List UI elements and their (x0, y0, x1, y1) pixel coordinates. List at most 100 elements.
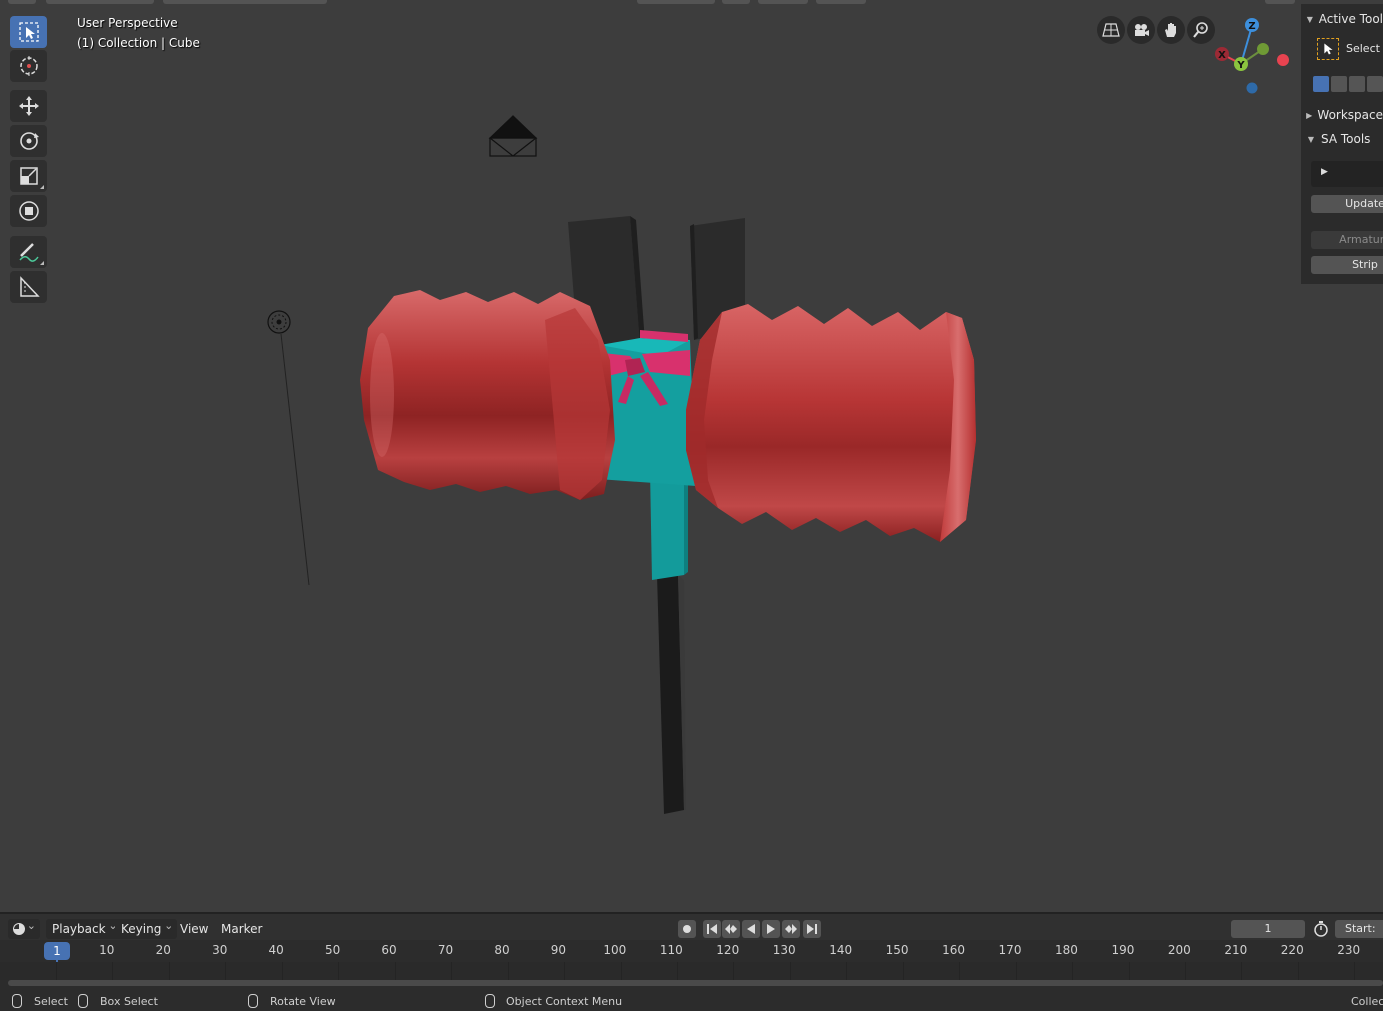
pan-hand-icon[interactable] (1157, 16, 1185, 44)
frame-tick-label: 140 (829, 943, 853, 957)
frame-grid-line (1241, 962, 1243, 980)
status-rotate-view: Rotate View (270, 995, 336, 1008)
play-reverse-icon[interactable] (742, 920, 760, 938)
frame-ruler[interactable]: 10 20 30 40 50 60 70 80 90 100 110 120 130 140 150 160 1… (0, 940, 1383, 962)
start-frame-field[interactable]: Start: (1335, 920, 1383, 938)
grid-toggle-icon[interactable] (1097, 16, 1125, 44)
mouse-right-icon (485, 994, 495, 1008)
gizmo-x-label: X (1218, 50, 1226, 61)
move-icon[interactable] (10, 90, 47, 122)
update-button[interactable]: Update (1311, 195, 1383, 213)
frame-tick-label: 130 (772, 943, 796, 957)
measure-icon[interactable] (10, 271, 47, 303)
mouse-left-icon (12, 994, 22, 1008)
frame-tick-label: 110 (659, 943, 683, 957)
current-frame-indicator[interactable]: 1 (44, 942, 70, 960)
frame-tick-label: 160 (942, 943, 965, 957)
cursor-icon[interactable] (10, 50, 47, 82)
frame-grid-line (564, 962, 566, 980)
frame-tick-label: 100 (603, 943, 627, 957)
gizmo-y-neg (1257, 43, 1269, 55)
frame-grid-line (1297, 962, 1299, 980)
select-box-icon[interactable] (10, 16, 47, 48)
next-keyframe-icon[interactable] (782, 920, 800, 938)
frame-tick-label: 40 (268, 943, 284, 957)
select-mode-buttons[interactable] (1303, 76, 1383, 94)
mouse-middle-icon (248, 994, 258, 1008)
frame-grid-line (846, 962, 848, 980)
frame-grid-line (112, 962, 114, 980)
frame-tick-label: 70 (437, 943, 454, 957)
stopwatch-icon[interactable] (1312, 920, 1330, 938)
rotate-icon[interactable] (10, 125, 47, 157)
camera-view-icon[interactable] (1127, 16, 1155, 44)
play-triangle-icon: ▶ (1321, 167, 1328, 177)
frame-tick-label: 50 (324, 943, 341, 957)
frame-grid-line (451, 962, 453, 980)
workspace-title: Workspace (1317, 108, 1383, 122)
timeline-scrollbar[interactable] (8, 980, 1383, 986)
status-bar: Select Box Select Rotate View Object Con… (0, 992, 1383, 1011)
collapsed-subpanel[interactable]: ▶ (1311, 161, 1383, 187)
marker-menu[interactable]: Marker (215, 919, 268, 939)
frame-grid-line (620, 962, 622, 980)
workspace-header[interactable]: ▶ Workspace (1301, 103, 1383, 127)
strip-button[interactable]: Strip (1311, 256, 1383, 274)
frame-grid-line (1185, 962, 1186, 980)
clock-editor-icon (13, 923, 25, 935)
expand-down-icon: ▼ (1307, 134, 1315, 144)
record-icon[interactable] (678, 920, 696, 938)
frame-grid-line (1128, 962, 1130, 980)
scene-render (267, 115, 976, 814)
view-menu[interactable]: View (174, 919, 214, 939)
current-frame-field[interactable]: 1 (1231, 920, 1305, 938)
frame-tick-label: 30 (212, 943, 228, 957)
frame-grid-line (338, 962, 340, 980)
sidebar-panel: ▼ Active Tool Select Box ▶ Workspace ▼ S… (1301, 4, 1383, 284)
playback-menu[interactable]: Playback (46, 916, 122, 939)
play-icon[interactable] (762, 920, 780, 938)
frame-grid-line (902, 962, 904, 980)
frame-tick-label: 170 (998, 943, 1022, 957)
frame-grid-line (1072, 962, 1074, 980)
scale-icon[interactable] (10, 160, 47, 192)
axis-gizmo[interactable]: Z X Y (1205, 12, 1305, 100)
armature-field[interactable]: Armature (1311, 231, 1383, 249)
sa-tools-header[interactable]: ▼ SA Tools (1301, 127, 1383, 151)
timeline-header: Playback Keying View Marker 1 Start: (0, 912, 1383, 940)
mode-new-icon[interactable] (1313, 76, 1329, 92)
frame-grid-line (959, 962, 961, 980)
active-tool-title: Active Tool (1318, 12, 1383, 26)
jump-end-icon[interactable] (803, 920, 821, 938)
gizmo-x-pos (1277, 54, 1289, 66)
frame-grid-line (281, 962, 283, 980)
3d-viewport[interactable]: User Perspective (1) Collection | Cube Z… (0, 0, 1383, 912)
frame-tick-label: 220 (1280, 943, 1304, 957)
frame-tick-label: 80 (494, 943, 510, 957)
light-object (267, 310, 310, 586)
active-tool-header[interactable]: ▼ Active Tool (1301, 7, 1383, 31)
frame-grid-line (1354, 962, 1356, 980)
timeline-body[interactable]: › 10203040506070809010011012013014015016… (0, 940, 1383, 992)
status-collection: Collection | Cube (1351, 995, 1383, 1008)
keying-menu[interactable]: Keying (115, 916, 178, 939)
frame-tick-label: 10 (99, 943, 115, 957)
camera-object (488, 115, 538, 157)
frame-grid-line (789, 962, 791, 980)
frame-tick-label: 120 (716, 943, 740, 957)
expand-down-icon: ▼ (1306, 14, 1313, 24)
frame-grid-line (507, 962, 509, 980)
annotate-icon[interactable] (10, 236, 47, 268)
keyframe-track[interactable] (0, 962, 1383, 980)
editor-type-dropdown[interactable] (8, 916, 40, 939)
mode-invert-icon[interactable] (1367, 76, 1383, 92)
frame-grid-line (1015, 962, 1017, 980)
select-box-row[interactable]: Select Box (1303, 36, 1383, 66)
frame-grid-line (225, 962, 227, 980)
jump-start-icon[interactable] (703, 920, 721, 938)
mode-extend-icon[interactable] (1331, 76, 1347, 92)
prev-keyframe-icon[interactable] (722, 920, 740, 938)
transform-icon[interactable] (10, 195, 47, 227)
mode-subtract-icon[interactable] (1349, 76, 1365, 92)
sa-tools-title: SA Tools (1321, 132, 1371, 146)
